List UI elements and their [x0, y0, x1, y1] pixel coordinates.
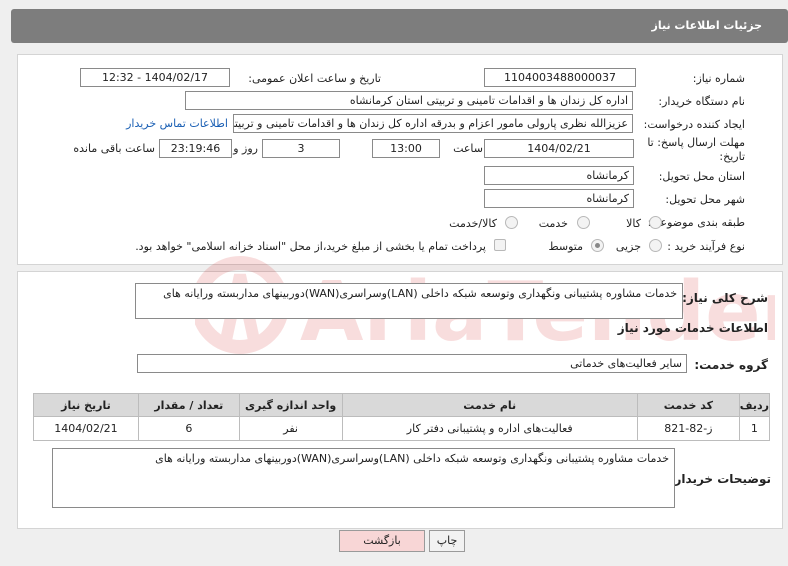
- cell-unit: نفر: [238, 416, 343, 441]
- header-title: جزئیات اطلاعات نیاز: [651, 19, 763, 32]
- contact-link[interactable]: اطلاعات تماس خریدار: [126, 117, 228, 130]
- back-button[interactable]: بازگشت: [339, 530, 425, 552]
- time-label: ساعت: [453, 142, 483, 155]
- col-row: ردیف: [738, 393, 771, 417]
- cell-date: 1404/02/21: [33, 416, 139, 441]
- need-number-field: 1104003488000037: [484, 68, 636, 87]
- province-field: کرمانشاه: [484, 166, 634, 185]
- deadline-label: مهلت ارسال پاسخ: تا تاریخ:: [647, 136, 745, 163]
- category-option-both: کالا/خدمت: [449, 217, 497, 230]
- payment-checkbox[interactable]: [494, 239, 506, 251]
- remaining-label: ساعت باقی مانده: [73, 142, 155, 155]
- payment-note: پرداخت تمام یا بخشی از مبلغ خرید،از محل …: [135, 240, 486, 253]
- category-option-khedmat: خدمت: [538, 217, 568, 230]
- col-name: نام خدمت: [341, 393, 638, 417]
- print-button[interactable]: چاپ: [429, 530, 465, 552]
- cell-qty: 6: [137, 416, 240, 441]
- cell-row: 1: [738, 416, 771, 441]
- table-row: 1 ز-82-821 فعالیت‌های اداره و پشتیبانی د…: [33, 416, 771, 441]
- process-radio-motavaset[interactable]: [591, 239, 604, 252]
- deadline-date-field: 1404/02/21: [484, 139, 634, 158]
- summary-textarea[interactable]: خدمات مشاوره پشتیبانی ونگهداری وتوسعه شب…: [135, 283, 683, 319]
- province-label: استان محل تحویل:: [658, 170, 745, 183]
- buyer-org-label: نام دستگاه خریدار:: [658, 95, 745, 108]
- requester-label: ایجاد کننده درخواست:: [643, 118, 745, 131]
- process-option-motavaset: متوسط: [548, 240, 583, 253]
- remaining-time-field: 23:19:46: [159, 139, 232, 158]
- category-radio-kala[interactable]: [649, 216, 662, 229]
- requester-field: عزیزالله نظری پارولی مامور اعزام و بدرقه…: [233, 114, 633, 133]
- days-field: 3: [262, 139, 340, 158]
- col-code: کد خدمت: [636, 393, 740, 417]
- need-number-label: شماره نیاز:: [692, 72, 745, 85]
- cell-name: فعالیت‌های اداره و پشتیبانی دفتر کار: [341, 416, 638, 441]
- process-radio-jozi[interactable]: [649, 239, 662, 252]
- city-field: کرمانشاه: [484, 189, 634, 208]
- process-label: نوع فرآیند خرید :: [667, 240, 745, 253]
- cell-code: ز-82-821: [636, 416, 740, 441]
- category-radio-both[interactable]: [505, 216, 518, 229]
- announce-label: تاریخ و ساعت اعلان عمومی:: [248, 72, 381, 85]
- days-label: روز و: [233, 142, 258, 155]
- services-section-title: اطلاعات خدمات مورد نیاز: [617, 321, 768, 335]
- category-radio-khedmat[interactable]: [577, 216, 590, 229]
- buyer-org-field: اداره کل زندان ها و اقدامات تامینی و ترب…: [185, 91, 633, 110]
- col-qty: تعداد / مقدار: [137, 393, 240, 417]
- service-group-label: گروه خدمت:: [694, 358, 768, 372]
- city-label: شهر محل تحویل:: [665, 193, 745, 206]
- deadline-time-field: 13:00: [372, 139, 440, 158]
- announce-field: 1404/02/17 - 12:32: [80, 68, 230, 87]
- process-option-jozi: جزیی: [615, 240, 641, 253]
- header-bar: جزئیات اطلاعات نیاز: [11, 9, 788, 43]
- table-header-row: ردیف کد خدمت نام خدمت واحد اندازه گیری ت…: [33, 393, 771, 417]
- category-label: طبقه بندی موضوعی:: [647, 216, 745, 229]
- col-unit: واحد اندازه گیری: [238, 393, 343, 417]
- buyer-notes-textarea[interactable]: خدمات مشاوره پشتیبانی ونگهداری وتوسعه شب…: [52, 448, 675, 508]
- col-date: تاریخ نیاز: [33, 393, 139, 417]
- category-option-kala: کالا: [626, 217, 641, 230]
- service-group-field: سایر فعالیت‌های خدماتی: [137, 354, 687, 373]
- summary-label: شرح کلی نیاز:: [682, 291, 768, 305]
- services-table: ردیف کد خدمت نام خدمت واحد اندازه گیری ت…: [33, 393, 771, 441]
- buyer-notes-label: توضیحات خریدار:: [669, 472, 771, 486]
